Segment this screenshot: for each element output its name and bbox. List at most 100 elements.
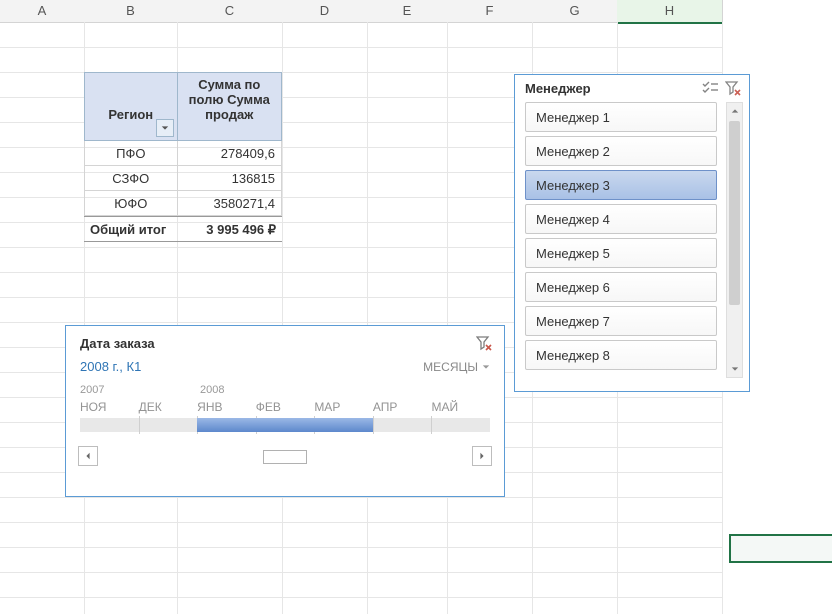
grid-cell[interactable] bbox=[282, 547, 368, 573]
column-header-A[interactable]: A bbox=[0, 0, 85, 23]
grid-cell[interactable] bbox=[282, 72, 368, 98]
selected-cell[interactable] bbox=[729, 534, 832, 563]
pivot-row[interactable]: ЮФО3580271,4 bbox=[84, 191, 282, 216]
grid-cell[interactable] bbox=[617, 422, 723, 448]
grid-cell[interactable] bbox=[177, 297, 283, 323]
grid-cell[interactable] bbox=[0, 522, 85, 548]
multi-select-icon[interactable] bbox=[701, 81, 719, 96]
grid-cell[interactable] bbox=[282, 97, 368, 123]
grid-cell[interactable] bbox=[447, 497, 533, 523]
grid-cell[interactable] bbox=[282, 122, 368, 148]
timeline-next-button[interactable] bbox=[472, 446, 492, 466]
column-header-E[interactable]: E bbox=[367, 0, 448, 23]
grid-cell[interactable] bbox=[282, 572, 368, 598]
grid-cell[interactable] bbox=[177, 22, 283, 48]
grid-cell[interactable] bbox=[0, 72, 85, 98]
grid-cell[interactable] bbox=[532, 22, 618, 48]
grid-cell[interactable] bbox=[0, 247, 85, 273]
grid-cell[interactable] bbox=[84, 497, 178, 523]
grid-cell[interactable] bbox=[282, 22, 368, 48]
grid-cell[interactable] bbox=[367, 597, 448, 614]
grid-cell[interactable] bbox=[367, 572, 448, 598]
grid-cell[interactable] bbox=[84, 547, 178, 573]
grid-cell[interactable] bbox=[84, 272, 178, 298]
grid-cell[interactable] bbox=[617, 447, 723, 473]
grid-cell[interactable] bbox=[177, 272, 283, 298]
scroll-thumb[interactable] bbox=[729, 121, 740, 305]
grid-cell[interactable] bbox=[367, 222, 448, 248]
column-header-F[interactable]: F bbox=[447, 0, 533, 23]
grid-cell[interactable] bbox=[0, 547, 85, 573]
grid-cell[interactable] bbox=[177, 547, 283, 573]
column-header-B[interactable]: B bbox=[84, 0, 178, 23]
slicer-item[interactable]: Менеджер 4 bbox=[525, 204, 717, 234]
grid-cell[interactable] bbox=[282, 597, 368, 614]
grid-cell[interactable] bbox=[84, 47, 178, 73]
grid-cell[interactable] bbox=[84, 297, 178, 323]
grid-cell[interactable] bbox=[367, 272, 448, 298]
grid-cell[interactable] bbox=[367, 297, 448, 323]
grid-cell[interactable] bbox=[282, 172, 368, 198]
grid-cell[interactable] bbox=[532, 522, 618, 548]
grid-cell[interactable] bbox=[367, 97, 448, 123]
grid-cell[interactable] bbox=[532, 547, 618, 573]
grid-cell[interactable] bbox=[177, 497, 283, 523]
column-header-C[interactable]: C bbox=[177, 0, 283, 23]
grid-cell[interactable] bbox=[617, 497, 723, 523]
grid-cell[interactable] bbox=[532, 422, 618, 448]
timeline-scrollbar-track[interactable] bbox=[104, 451, 466, 461]
grid-cell[interactable] bbox=[282, 247, 368, 273]
column-header-D[interactable]: D bbox=[282, 0, 368, 23]
grid-cell[interactable] bbox=[282, 147, 368, 173]
grid-cell[interactable] bbox=[282, 522, 368, 548]
grid-cell[interactable] bbox=[177, 47, 283, 73]
grid-cell[interactable] bbox=[177, 247, 283, 273]
grid-cell[interactable] bbox=[0, 22, 85, 48]
grid-cell[interactable] bbox=[282, 197, 368, 223]
grid-cell[interactable] bbox=[84, 247, 178, 273]
grid-cell[interactable] bbox=[617, 522, 723, 548]
column-header-G[interactable]: G bbox=[532, 0, 618, 23]
grid-cell[interactable] bbox=[282, 272, 368, 298]
grid-cell[interactable] bbox=[447, 597, 533, 614]
grid-cell[interactable] bbox=[84, 572, 178, 598]
slicer-item[interactable]: Менеджер 1 bbox=[525, 102, 717, 132]
grid-cell[interactable] bbox=[617, 47, 723, 73]
grid-cell[interactable] bbox=[367, 197, 448, 223]
grid-cell[interactable] bbox=[282, 297, 368, 323]
grid-cell[interactable] bbox=[447, 47, 533, 73]
slicer-scrollbar[interactable] bbox=[726, 102, 743, 378]
scroll-down-arrow[interactable] bbox=[727, 361, 742, 377]
grid-cell[interactable] bbox=[177, 572, 283, 598]
grid-cell[interactable] bbox=[0, 497, 85, 523]
grid-cell[interactable] bbox=[0, 172, 85, 198]
grid-cell[interactable] bbox=[617, 547, 723, 573]
slicer-item[interactable]: Менеджер 5 bbox=[525, 238, 717, 268]
grid-cell[interactable] bbox=[367, 247, 448, 273]
slicer-item[interactable]: Менеджер 3 bbox=[525, 170, 717, 200]
timeline-granularity[interactable]: МЕСЯЦЫ bbox=[423, 360, 490, 374]
grid-cell[interactable] bbox=[282, 497, 368, 523]
timeline-order-date[interactable]: Дата заказа 2008 г., К1 МЕСЯЦЫ 2007 2008… bbox=[65, 325, 505, 497]
grid-cell[interactable] bbox=[177, 597, 283, 614]
grid-cell[interactable] bbox=[617, 397, 723, 423]
grid-cell[interactable] bbox=[367, 497, 448, 523]
grid-cell[interactable] bbox=[0, 97, 85, 123]
grid-cell[interactable] bbox=[532, 497, 618, 523]
pivot-filter-dropdown[interactable] bbox=[156, 119, 174, 137]
timeline-scroll-thumb[interactable] bbox=[263, 450, 307, 464]
grid-cell[interactable] bbox=[282, 222, 368, 248]
grid-cell[interactable] bbox=[367, 72, 448, 98]
timeline-selection[interactable] bbox=[197, 418, 373, 432]
grid-cell[interactable] bbox=[0, 197, 85, 223]
slicer-item[interactable]: Менеджер 7 bbox=[525, 306, 717, 336]
grid-cell[interactable] bbox=[532, 572, 618, 598]
column-header-H[interactable]: H bbox=[617, 0, 723, 24]
grid-cell[interactable] bbox=[617, 572, 723, 598]
grid-cell[interactable] bbox=[367, 47, 448, 73]
grid-cell[interactable] bbox=[84, 597, 178, 614]
timeline-bar[interactable] bbox=[80, 418, 490, 432]
grid-cell[interactable] bbox=[0, 122, 85, 148]
grid-cell[interactable] bbox=[532, 447, 618, 473]
grid-cell[interactable] bbox=[282, 47, 368, 73]
